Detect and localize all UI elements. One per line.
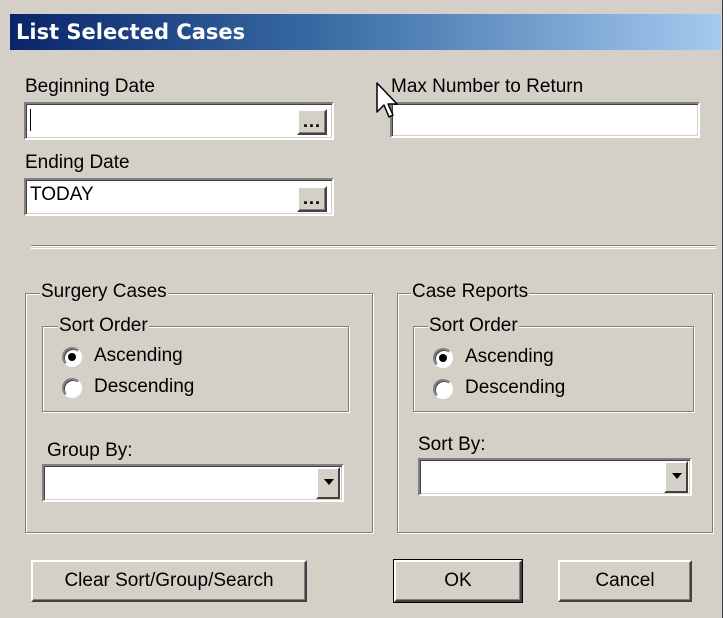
ok-button-label: OK (444, 570, 472, 591)
window-right-edge (722, 0, 727, 618)
max-number-label: Max Number to Return (391, 76, 584, 97)
case-reports-title: Case Reports (411, 281, 530, 303)
beginning-date-label: Beginning Date (25, 76, 155, 97)
sort-by-dropdown-button[interactable] (664, 461, 688, 493)
list-selected-cases-dialog: List Selected Cases Beginning Date ... E… (0, 0, 727, 618)
title-bar: List Selected Cases (10, 14, 721, 50)
ending-date-label: Ending Date (25, 152, 130, 173)
mouse-pointer-icon (376, 82, 398, 118)
surgery-cases-title: Surgery Cases (40, 281, 168, 303)
ending-date-value: TODAY (30, 184, 94, 205)
text-caret (30, 109, 31, 131)
ok-button[interactable]: OK (394, 560, 522, 602)
reports-sort-order-group (413, 326, 694, 412)
surgery-sort-order-group (42, 326, 349, 412)
beginning-date-browse-button[interactable]: ... (297, 109, 327, 135)
cancel-button-label: Cancel (595, 570, 655, 591)
group-by-label: Group By: (47, 440, 133, 461)
reports-descending-radio[interactable] (433, 379, 453, 399)
dialog-title: List Selected Cases (16, 20, 246, 44)
chevron-down-icon (324, 479, 334, 485)
radio-selected-dot (68, 353, 76, 361)
reports-sort-order-title: Sort Order (428, 315, 519, 337)
surgery-sort-order-title: Sort Order (58, 315, 149, 337)
cancel-button[interactable]: Cancel (558, 560, 692, 602)
surgery-ascending-radio[interactable] (62, 347, 82, 367)
reports-ascending-radio[interactable] (433, 348, 453, 368)
sort-by-select[interactable] (418, 458, 692, 496)
ellipsis-icon: ... (302, 188, 321, 208)
reports-descending-label[interactable]: Descending (465, 377, 565, 399)
ellipsis-icon: ... (302, 111, 321, 131)
radio-selected-dot (439, 354, 447, 362)
ending-date-field[interactable]: TODAY (24, 178, 334, 216)
max-number-field[interactable] (390, 102, 700, 138)
group-by-dropdown-button[interactable] (316, 467, 340, 499)
group-by-select[interactable] (42, 464, 344, 502)
ending-date-browse-button[interactable]: ... (297, 186, 327, 212)
reports-ascending-label[interactable]: Ascending (465, 346, 554, 368)
surgery-descending-radio[interactable] (62, 378, 82, 398)
sort-by-label: Sort By: (418, 434, 486, 455)
surgery-ascending-label[interactable]: Ascending (94, 345, 183, 367)
beginning-date-field[interactable] (24, 102, 334, 140)
surgery-descending-label[interactable]: Descending (94, 376, 194, 398)
chevron-down-icon (672, 473, 682, 479)
clear-button-label: Clear Sort/Group/Search (64, 570, 274, 591)
separator (31, 245, 716, 249)
clear-sort-group-search-button[interactable]: Clear Sort/Group/Search (31, 560, 307, 602)
